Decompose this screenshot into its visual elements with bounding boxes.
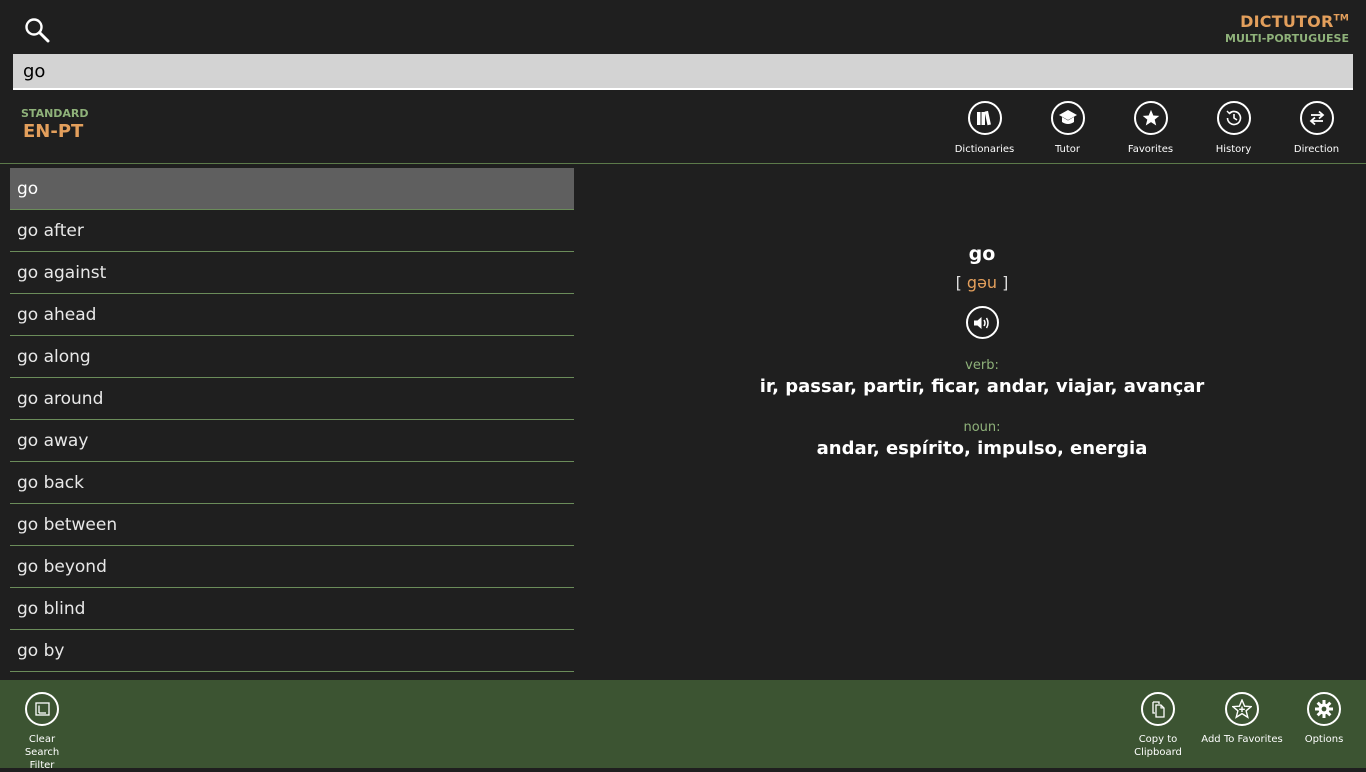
list-item[interactable]: go after <box>10 210 574 252</box>
dictionary-mode: STANDARD <box>21 107 89 120</box>
clear-filter-icon <box>25 692 59 726</box>
star-plus-icon <box>1225 692 1259 726</box>
gear-icon <box>1307 692 1341 726</box>
list-item[interactable]: go by <box>10 630 574 672</box>
dictionary-indicator: STANDARD EN-PT <box>21 107 89 142</box>
options-label: Options <box>1304 734 1344 745</box>
tutor-label: Tutor <box>1054 144 1081 155</box>
list-item[interactable]: go back <box>10 462 574 504</box>
direction-button[interactable]: Direction <box>1275 101 1358 155</box>
books-icon <box>967 101 1002 135</box>
copy-clipboard-label: Copy to Clipboard <box>1134 734 1182 758</box>
translations-verb: ir, passar, partir, ficar, andar, viajar… <box>759 376 1205 397</box>
history-button[interactable]: History <box>1192 101 1275 155</box>
list-item[interactable]: go against <box>10 252 574 294</box>
app-brand: DICTUTORTM MULTI-PORTUGUESE <box>1225 12 1349 45</box>
dictionaries-button[interactable]: Dictionaries <box>943 101 1026 155</box>
word-list[interactable]: go go after go against go ahead go along… <box>10 168 574 678</box>
header-divider <box>0 163 1366 164</box>
history-label: History <box>1215 144 1252 155</box>
search-input[interactable] <box>13 54 1353 90</box>
list-item[interactable]: go <box>10 168 574 210</box>
clear-search-filter-button[interactable]: Clear Search Filter <box>12 692 72 772</box>
list-item[interactable]: go away <box>10 420 574 462</box>
tutor-button[interactable]: Tutor <box>1026 101 1109 155</box>
list-item[interactable]: go blind <box>10 588 574 630</box>
entry-headword: go <box>968 243 996 265</box>
history-clock-icon <box>1216 101 1251 135</box>
list-item[interactable]: go around <box>10 378 574 420</box>
entry-detail: go [ gəu ] verb: ir, passar, partir, fic… <box>600 240 1364 459</box>
list-item[interactable]: go along <box>10 336 574 378</box>
top-toolbar: Dictionaries Tutor Favorites History Dir… <box>943 101 1358 155</box>
language-pair: EN-PT <box>23 121 84 142</box>
swap-arrows-icon <box>1299 101 1334 135</box>
copy-to-clipboard-button[interactable]: Copy to Clipboard <box>1128 692 1188 759</box>
favorites-label: Favorites <box>1127 144 1174 155</box>
add-favorites-label: Add To Favorites <box>1201 734 1283 745</box>
entry-pronunciation: [ gəu ] <box>955 273 1009 292</box>
add-to-favorites-button[interactable]: Add To Favorites <box>1200 692 1284 746</box>
search-icon[interactable] <box>24 17 50 43</box>
bottom-app-bar: Clear Search Filter Copy to Clipboard Ad… <box>0 680 1366 771</box>
clipboard-icon <box>1141 692 1175 726</box>
part-of-speech-noun: noun: <box>963 420 1001 435</box>
star-icon <box>1133 101 1168 135</box>
part-of-speech-verb: verb: <box>965 358 999 373</box>
list-item[interactable]: go between <box>10 504 574 546</box>
list-item[interactable]: go beyond <box>10 546 574 588</box>
pronunciation-ipa: gəu <box>966 273 998 292</box>
options-button[interactable]: Options <box>1294 692 1354 746</box>
list-item[interactable]: go ahead <box>10 294 574 336</box>
favorites-button[interactable]: Favorites <box>1109 101 1192 155</box>
graduation-cap-icon <box>1050 101 1085 135</box>
dictionaries-label: Dictionaries <box>954 144 1015 155</box>
speaker-icon[interactable] <box>965 306 999 339</box>
brand-name: DICTUTORTM <box>1240 12 1349 31</box>
brand-subtitle: MULTI-PORTUGUESE <box>1225 32 1349 45</box>
direction-label: Direction <box>1293 144 1340 155</box>
clear-filter-label: Clear Search Filter <box>24 734 60 771</box>
translations-noun: andar, espírito, impulso, energia <box>816 438 1148 459</box>
